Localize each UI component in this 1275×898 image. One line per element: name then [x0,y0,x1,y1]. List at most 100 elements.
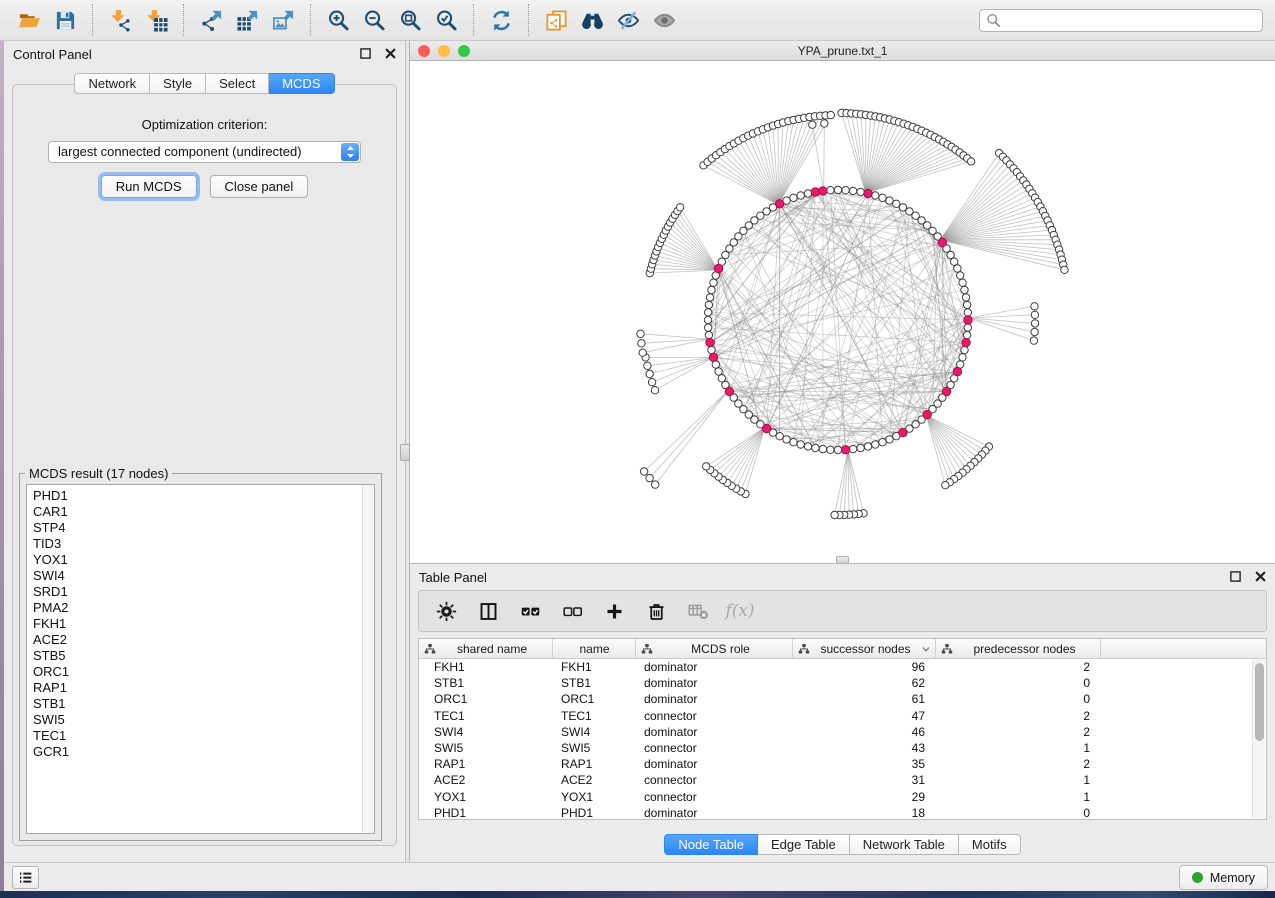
export-image-button[interactable] [265,5,301,35]
namespace-icon [424,643,436,655]
hide-selected-button[interactable] [610,5,646,35]
table-row[interactable]: SWI4SWI4dominator462 [419,724,1266,740]
table-panel-header: Table Panel [410,564,1275,590]
task-history-button[interactable] [12,866,39,889]
clone-network-button[interactable] [538,5,574,35]
column-header-predecessor-nodes[interactable]: predecessor nodes [936,639,1101,658]
mcds-result-node[interactable]: ORC1 [33,664,374,680]
tab-motifs[interactable]: Motifs [959,834,1021,855]
tab-network[interactable]: Network [74,73,150,94]
mcds-result-node[interactable]: CAR1 [33,504,374,520]
float-panel-icon[interactable] [359,47,372,60]
table-row[interactable]: ORC1ORC1dominator610 [419,691,1266,707]
cell-name: STB1 [553,675,636,691]
close-table-panel-icon[interactable] [1254,570,1267,583]
result-list-scrollbar[interactable] [362,485,374,833]
table-options-button[interactable] [433,598,459,624]
cell-MCDS-role: connector [636,772,793,788]
table-row[interactable]: STB1STB1dominator620 [419,675,1266,691]
horizontal-splitter-handle[interactable] [836,556,849,564]
zoom-fit-button[interactable] [392,5,428,35]
cell-MCDS-role: dominator [636,691,793,707]
memory-button[interactable]: Memory [1179,865,1268,890]
column-header-name[interactable]: name [553,639,636,658]
mcds-result-node[interactable]: SWI4 [33,568,374,584]
tab-style[interactable]: Style [150,73,206,94]
column-header-successor-nodes[interactable]: successor nodes [793,639,936,658]
mcds-result-node[interactable]: GCR1 [33,744,374,760]
delete-table-button [685,598,711,624]
mcds-result-node[interactable]: SRD1 [33,584,374,600]
mcds-result-node[interactable]: FKH1 [33,616,374,632]
zoom-in-button[interactable] [320,5,356,35]
save-session-button[interactable] [47,5,83,35]
cell-shared-name: FKH1 [419,659,553,675]
mcds-result-node[interactable]: PHD1 [33,488,374,504]
optimization-criterion-select[interactable]: largest connected component (undirected) [48,141,361,163]
import-network-icon [109,9,132,32]
cell-predecessor-nodes: 0 [936,691,1101,707]
import-table-button[interactable] [138,5,174,35]
close-panel-icon[interactable] [384,47,397,60]
mcds-result-node[interactable]: TEC1 [33,728,374,744]
mcds-result-node[interactable]: PMA2 [33,600,374,616]
table-row[interactable]: ACE2ACE2connector311 [419,772,1266,788]
float-table-panel-icon[interactable] [1229,570,1242,583]
column-label: successor nodes [810,642,921,656]
run-mcds-button[interactable]: Run MCDS [101,175,197,198]
mcds-result-node[interactable]: SWI5 [33,712,374,728]
window-close-icon[interactable] [418,45,430,57]
open-session-button[interactable] [11,5,47,35]
close-panel-button[interactable]: Close panel [210,175,309,198]
mcds-result-node[interactable]: ACE2 [33,632,374,648]
search-network-button[interactable] [574,5,610,35]
table-row[interactable]: SWI5SWI5connector431 [419,740,1266,756]
mcds-result-node[interactable]: STP4 [33,520,374,536]
create-column-button[interactable] [601,598,627,624]
zoom-out-button[interactable] [356,5,392,35]
cell-MCDS-role: connector [636,708,793,724]
mcds-result-node[interactable]: RAP1 [33,680,374,696]
refresh-view-button[interactable] [483,5,519,35]
table-panel: Table Panel f(x) shared namenameMCDS rol… [410,563,1275,862]
table-row[interactable]: FKH1FKH1dominator962 [419,659,1266,675]
export-network-button[interactable] [193,5,229,35]
tab-mcds[interactable]: MCDS [269,73,334,94]
table-scrollbar-thumb[interactable] [1255,663,1264,741]
select-all-columns-button[interactable] [517,598,543,624]
zoom-selected-button[interactable] [428,5,464,35]
show-all-button[interactable] [646,5,682,35]
network-view-window: YPA_prune.txt_1 [410,41,1275,563]
search-input[interactable] [979,9,1263,32]
table-row[interactable]: RAP1RAP1dominator352 [419,756,1266,772]
mcds-result-node[interactable]: YOX1 [33,552,374,568]
table-row[interactable]: YOX1YOX1connector291 [419,789,1266,805]
tab-node-table[interactable]: Node Table [664,834,758,855]
table-scrollbar[interactable] [1252,660,1265,818]
window-maximize-icon[interactable] [458,45,470,57]
tab-select[interactable]: Select [206,73,269,94]
mcds-result-node[interactable]: STB5 [33,648,374,664]
unselect-all-columns-button[interactable] [559,598,585,624]
tab-network-table[interactable]: Network Table [850,834,959,855]
delete-columns-button[interactable] [643,598,669,624]
mcds-result-node[interactable]: TID3 [33,536,374,552]
cell-name: FKH1 [553,659,636,675]
mcds-result-node[interactable]: STB1 [33,696,374,712]
network-title: YPA_prune.txt_1 [410,41,1275,61]
import-network-button[interactable] [102,5,138,35]
window-minimize-icon[interactable] [438,45,450,57]
network-canvas[interactable] [410,61,1275,563]
tab-edge-table[interactable]: Edge Table [758,834,850,855]
column-header-shared-name[interactable]: shared name [419,639,553,658]
vertical-splitter-handle[interactable] [400,444,410,461]
column-header-MCDS-role[interactable]: MCDS role [636,639,793,658]
table-row[interactable]: TEC1TEC1connector472 [419,708,1266,724]
sort-desc-icon [921,644,931,654]
cell-name: YOX1 [553,789,636,805]
show-columns-button[interactable] [475,598,501,624]
cell-successor-nodes: 35 [793,756,936,772]
export-table-button[interactable] [229,5,265,35]
cell-predecessor-nodes: 2 [936,724,1101,740]
table-row[interactable]: PHD1PHD1dominator180 [419,805,1266,820]
